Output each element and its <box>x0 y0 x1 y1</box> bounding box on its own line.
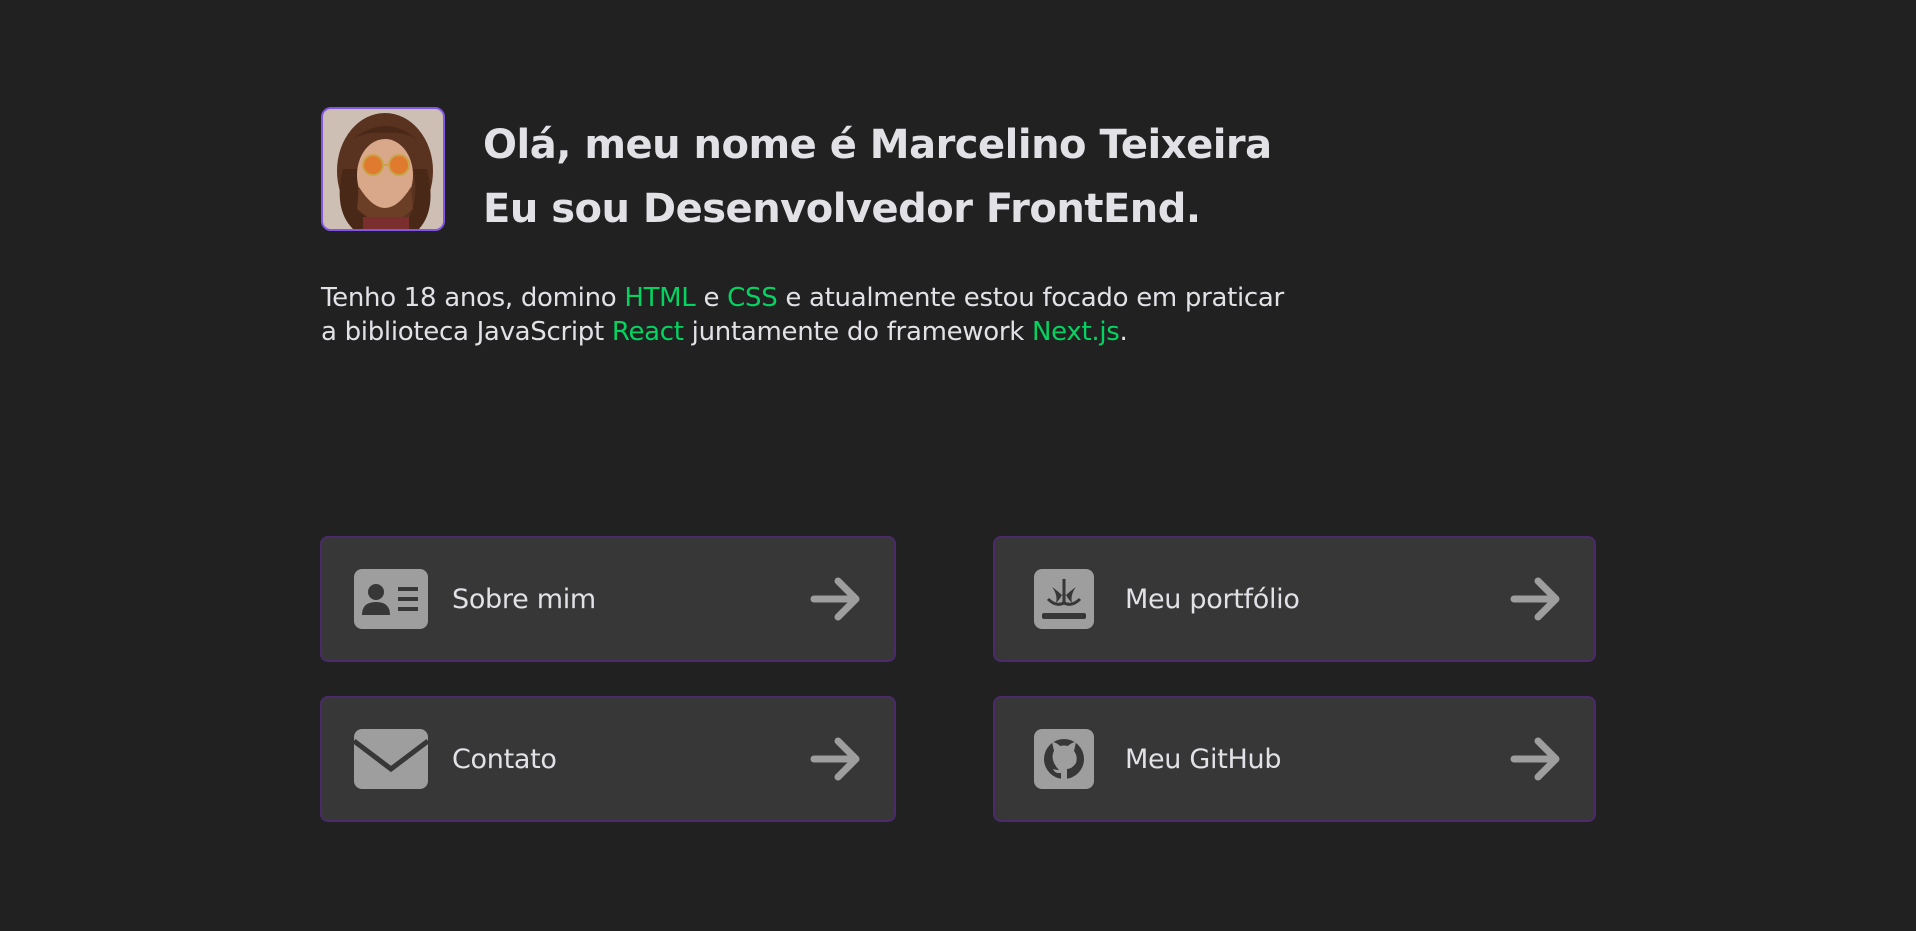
github-link-card[interactable]: Meu GitHub <box>993 696 1596 822</box>
bio-text: e <box>695 283 728 313</box>
envelope-icon <box>354 729 428 789</box>
portfolio-link-label: Meu portfólio <box>1125 583 1300 615</box>
github-link-label: Meu GitHub <box>1125 743 1282 775</box>
id-card-icon <box>354 569 428 629</box>
book-icon <box>1027 569 1101 629</box>
avatar-image <box>323 109 443 229</box>
profile-header: Olá, meu nome é Marcelino Teixeira Eu so… <box>321 107 1272 241</box>
contact-link-label: Contato <box>452 743 557 775</box>
role-title: Eu sou Desenvolvedor FrontEnd. <box>483 186 1201 232</box>
bio-highlight-react: React <box>611 317 684 347</box>
bio-highlight-html: HTML <box>624 283 696 313</box>
avatar <box>321 107 445 231</box>
arrow-right-icon <box>810 577 860 621</box>
bio-highlight-css: CSS <box>727 283 778 313</box>
arrow-right-icon <box>810 737 860 781</box>
arrow-right-icon <box>1510 737 1560 781</box>
about-link-card[interactable]: Sobre mim <box>320 536 896 662</box>
bio-highlight-next: Next.js <box>1032 317 1120 347</box>
bio-text: Tenho 18 anos, domino <box>321 283 625 313</box>
greeting-title: Olá, meu nome é Marcelino Teixeira <box>483 122 1272 168</box>
bio-text: . <box>1119 317 1128 347</box>
contact-link-card[interactable]: Contato <box>320 696 896 822</box>
bio-paragraph: Tenho 18 anos, domino HTML e CSS e atual… <box>321 281 1301 349</box>
about-link-label: Sobre mim <box>452 583 596 615</box>
portfolio-link-card[interactable]: Meu portfólio <box>993 536 1596 662</box>
page: Olá, meu nome é Marcelino Teixeira Eu so… <box>0 0 1916 931</box>
arrow-right-icon <box>1510 577 1560 621</box>
bio-text: juntamente do framework <box>683 317 1032 347</box>
title-block: Olá, meu nome é Marcelino Teixeira Eu so… <box>483 113 1272 241</box>
github-icon <box>1027 729 1101 789</box>
